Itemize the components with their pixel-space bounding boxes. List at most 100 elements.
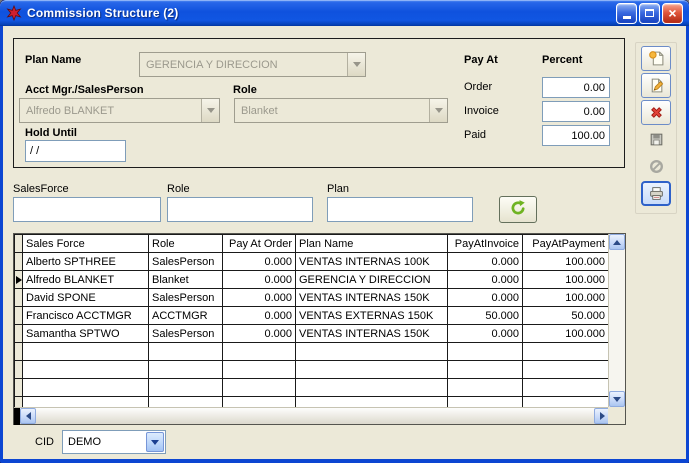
- grid-cell[interactable]: 50.000: [523, 307, 609, 325]
- order-label: Order: [464, 81, 492, 93]
- cid-combo[interactable]: DEMO: [62, 430, 166, 454]
- grid-cell[interactable]: SalesPerson: [149, 289, 223, 307]
- grid-cell[interactable]: 0.000: [223, 253, 296, 271]
- scroll-down-button[interactable]: [609, 391, 625, 407]
- new-record-button[interactable]: [641, 46, 671, 71]
- print-icon: [648, 185, 665, 202]
- grid-cell[interactable]: 0.000: [448, 253, 523, 271]
- plan-filter-label: Plan: [327, 183, 349, 195]
- grid-cell[interactable]: 0.000: [448, 289, 523, 307]
- grid-header-row: Sales ForceRolePay At OrderPlan NamePayA…: [15, 235, 609, 253]
- empty-row: [15, 343, 609, 361]
- acct-mgr-value: Alfredo BLANKET: [20, 105, 201, 117]
- grid-cell[interactable]: ACCTMGR: [149, 307, 223, 325]
- refresh-icon: [509, 199, 527, 220]
- grid-cell[interactable]: 0.000: [223, 289, 296, 307]
- grid-cell[interactable]: 50.000: [448, 307, 523, 325]
- new-record-icon: [648, 50, 665, 67]
- grid-cell[interactable]: Francisco ACCTMGR: [23, 307, 149, 325]
- salesforce-filter-label: SalesForce: [13, 183, 69, 195]
- chevron-down-icon: [429, 99, 447, 122]
- role-combo: Blanket: [234, 98, 448, 123]
- titlebar[interactable]: Commission Structure (2) ×: [0, 0, 689, 26]
- invoice-label: Invoice: [464, 105, 499, 117]
- delete-record-icon: [648, 104, 665, 121]
- grid-cell[interactable]: 0.000: [448, 325, 523, 343]
- table-row[interactable]: Alberto SPTHREESalesPerson0.000VENTAS IN…: [15, 253, 609, 271]
- grid-col-header[interactable]: Pay At Order: [223, 235, 296, 253]
- row-selector[interactable]: [15, 289, 23, 307]
- close-button[interactable]: ×: [662, 3, 683, 24]
- hold-until-field[interactable]: [25, 140, 126, 162]
- order-percent-field[interactable]: [542, 77, 610, 98]
- refresh-button[interactable]: [499, 196, 537, 223]
- row-selector[interactable]: [15, 307, 23, 325]
- grid-cell[interactable]: Blanket: [149, 271, 223, 289]
- vertical-scrollbar[interactable]: [608, 234, 625, 408]
- paid-percent-field[interactable]: [542, 125, 610, 146]
- edit-record-button[interactable]: [641, 73, 671, 98]
- grid-cell[interactable]: 100.000: [523, 271, 609, 289]
- role-filter-input[interactable]: [167, 197, 313, 222]
- save-record-icon: [648, 131, 665, 148]
- table-row[interactable]: Francisco ACCTMGRACCTMGR0.000VENTAS EXTE…: [15, 307, 609, 325]
- grid-col-header[interactable]: PayAtInvoice: [448, 235, 523, 253]
- grid-cell[interactable]: VENTAS INTERNAS 150K: [296, 289, 448, 307]
- grid-cell[interactable]: VENTAS INTERNAS 100K: [296, 253, 448, 271]
- grid-cell[interactable]: 100.000: [523, 289, 609, 307]
- grid-cell[interactable]: Samantha SPTWO: [23, 325, 149, 343]
- empty-row: [15, 361, 609, 379]
- plan-name-label: Plan Name: [25, 54, 81, 66]
- save-record-button: [641, 127, 671, 152]
- empty-row: [15, 379, 609, 397]
- role-value: Blanket: [235, 105, 429, 117]
- role-label: Role: [233, 84, 257, 96]
- print-button[interactable]: [641, 181, 671, 206]
- row-selector[interactable]: [15, 253, 23, 271]
- grid-col-header[interactable]: Role: [149, 235, 223, 253]
- grid-corner-cell: [15, 235, 23, 253]
- maximize-icon: [645, 9, 654, 17]
- grid-col-header[interactable]: PayAtPayment: [523, 235, 609, 253]
- grid-cell[interactable]: 100.000: [523, 325, 609, 343]
- chevron-down-icon: [201, 99, 219, 122]
- table-row[interactable]: Alfredo BLANKETBlanket0.000GERENCIA Y DI…: [15, 271, 609, 289]
- grid-cell[interactable]: David SPONE: [23, 289, 149, 307]
- cid-label: CID: [35, 436, 54, 448]
- grid-cell[interactable]: SalesPerson: [149, 325, 223, 343]
- delete-record-button[interactable]: [641, 100, 671, 125]
- minimize-button[interactable]: [616, 3, 637, 24]
- grid-cell[interactable]: 0.000: [223, 325, 296, 343]
- grid-cell[interactable]: Alberto SPTHREE: [23, 253, 149, 271]
- salesforce-filter-input[interactable]: [13, 197, 161, 222]
- grid-cell[interactable]: VENTAS EXTERNAS 150K: [296, 307, 448, 325]
- row-selector[interactable]: [15, 271, 23, 289]
- table-row[interactable]: David SPONESalesPerson0.000VENTAS INTERN…: [15, 289, 609, 307]
- plan-filter-input[interactable]: [327, 197, 473, 222]
- horizontal-scrollbar[interactable]: [14, 407, 610, 424]
- maximize-button[interactable]: [639, 3, 660, 24]
- table-row[interactable]: Samantha SPTWOSalesPerson0.000VENTAS INT…: [15, 325, 609, 343]
- arrow-right-icon: [600, 412, 605, 420]
- empty-row: [15, 397, 609, 408]
- hscrollbar-track[interactable]: [36, 408, 594, 424]
- grid-cell[interactable]: SalesPerson: [149, 253, 223, 271]
- app-icon: [6, 5, 22, 21]
- grid-cell[interactable]: VENTAS INTERNAS 150K: [296, 325, 448, 343]
- row-selector[interactable]: [15, 325, 23, 343]
- grid-col-header[interactable]: Plan Name: [296, 235, 448, 253]
- grid-cell[interactable]: GERENCIA Y DIRECCION: [296, 271, 448, 289]
- grid-cell[interactable]: 0.000: [223, 307, 296, 325]
- chevron-down-icon: [347, 53, 365, 76]
- grid-cell[interactable]: 0.000: [223, 271, 296, 289]
- acct-mgr-combo: Alfredo BLANKET: [19, 98, 220, 123]
- window-title: Commission Structure (2): [27, 6, 179, 20]
- grid-cell[interactable]: Alfredo BLANKET: [23, 271, 149, 289]
- hold-until-label: Hold Until: [25, 127, 77, 139]
- scroll-left-button[interactable]: [20, 408, 36, 424]
- grid-col-header[interactable]: Sales Force: [23, 235, 149, 253]
- grid-cell[interactable]: 0.000: [448, 271, 523, 289]
- invoice-percent-field[interactable]: [542, 101, 610, 122]
- scroll-up-button[interactable]: [609, 234, 625, 250]
- grid-cell[interactable]: 100.000: [523, 253, 609, 271]
